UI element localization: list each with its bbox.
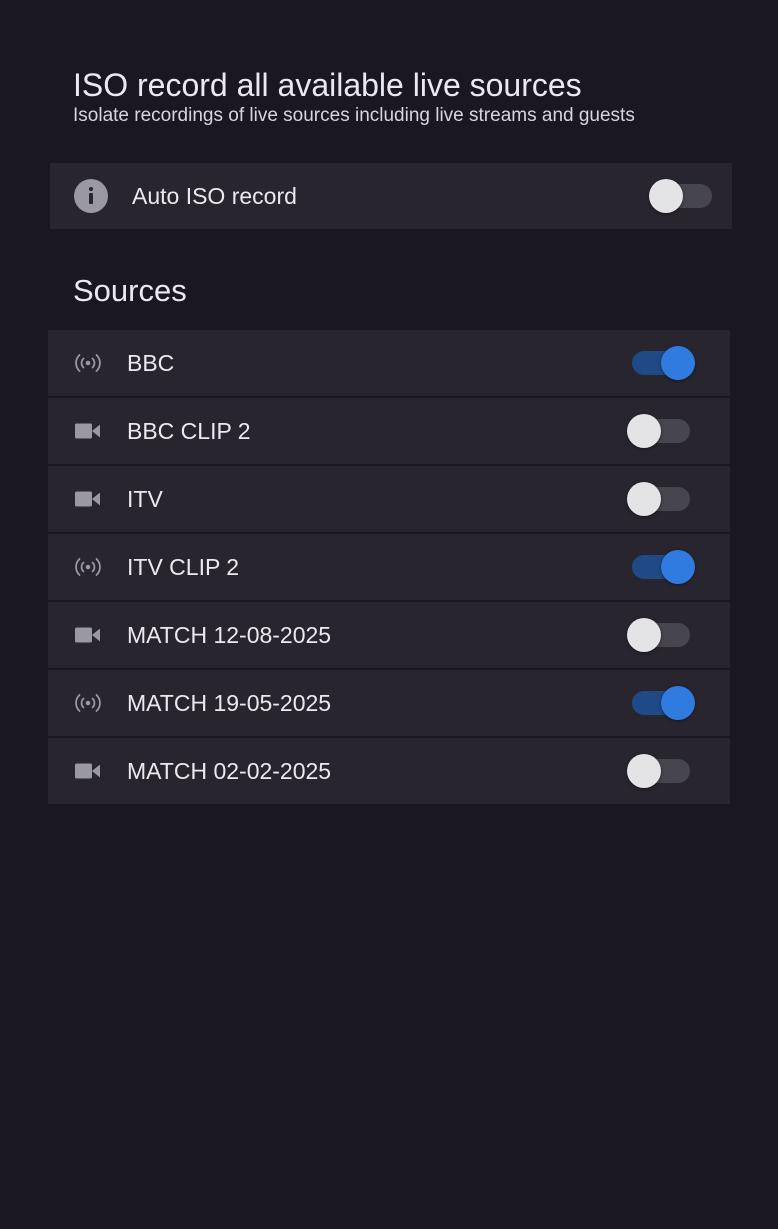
video-camera-icon [74,420,102,442]
source-label: MATCH 02-02-2025 [127,758,332,784]
source-toggle[interactable] [632,686,695,720]
sources-list: BBC BBC CLIP 2 ITV ITV CLIP 2 MATCH 12-08-20… [48,330,730,806]
source-label: ITV CLIP 2 [127,554,240,580]
toggle-knob [649,179,683,213]
source-toggle[interactable] [627,618,690,652]
auto-iso-record-row: Auto ISO record [50,163,732,229]
source-label: BBC CLIP 2 [127,418,251,444]
source-row: ITV [48,466,730,532]
auto-iso-record-label: Auto ISO record [132,183,297,209]
toggle-knob [627,414,661,448]
source-toggle[interactable] [627,414,690,448]
source-row: BBC [48,330,730,396]
source-toggle[interactable] [632,346,695,380]
video-camera-icon [74,760,102,782]
source-label: MATCH 12-08-2025 [127,622,332,648]
toggle-knob [627,618,661,652]
toggle-knob [627,482,661,516]
auto-iso-record-toggle[interactable] [649,179,712,213]
source-row: MATCH 12-08-2025 [48,602,730,668]
source-toggle[interactable] [627,754,690,788]
toggle-knob [627,754,661,788]
source-row: BBC CLIP 2 [48,398,730,464]
info-icon[interactable] [74,179,108,213]
source-toggle[interactable] [627,482,690,516]
video-camera-icon [74,488,102,510]
source-toggle[interactable] [632,550,695,584]
toggle-knob [661,550,695,584]
toggle-knob [661,686,695,720]
broadcast-icon [74,556,102,578]
source-row: MATCH 02-02-2025 [48,738,730,804]
source-label: MATCH 19-05-2025 [127,690,332,716]
source-label: BBC [127,350,175,376]
source-row: MATCH 19-05-2025 [48,670,730,736]
page-header: ISO record all available live sources Is… [73,66,753,128]
video-camera-icon [74,624,102,646]
toggle-knob [661,346,695,380]
source-row: ITV CLIP 2 [48,534,730,600]
page-title: ISO record all available live sources [73,67,582,103]
source-label: ITV [127,486,163,512]
broadcast-icon [74,692,102,714]
page-subtitle: Isolate recordings of live sources inclu… [73,105,635,126]
sources-heading: Sources [73,273,187,308]
broadcast-icon [74,352,102,374]
